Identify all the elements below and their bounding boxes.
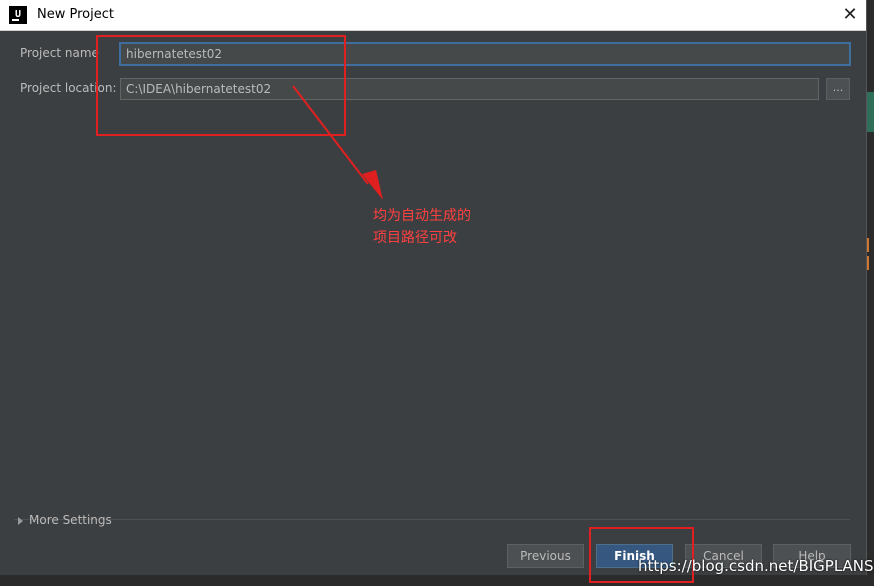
watermark: https://blog.csdn.net/BIGPLANS: [638, 557, 874, 575]
annotation-line-2: 项目路径可改: [373, 230, 457, 246]
annotation-text: 均为自动生成的 项目路径可改: [373, 205, 471, 249]
annotation-line-1: 均为自动生成的: [373, 208, 471, 224]
annotation-arrow-icon: [292, 85, 383, 200]
